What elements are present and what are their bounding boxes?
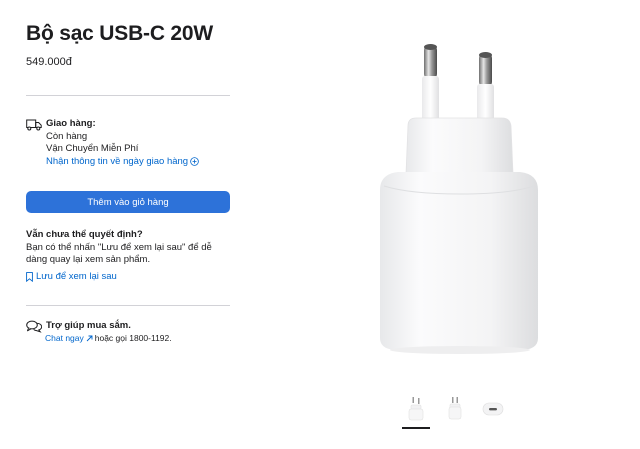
stock-status: Còn hàng — [46, 130, 88, 142]
page-title: Bộ sạc USB-C 20W — [26, 22, 214, 45]
chat-bubbles-icon — [26, 320, 43, 334]
save-section: Vẫn chưa thể quyết định? Bạn có thể nhấn… — [26, 229, 236, 283]
chat-now-link[interactable]: Chat ngay — [45, 333, 84, 343]
save-for-later-link[interactable]: Lưu để xem lại sau — [26, 271, 236, 284]
help-contact: Chat ngay hoặc gọi 1800-1192. — [45, 333, 172, 343]
divider — [26, 95, 230, 96]
save-for-later-label[interactable]: Lưu để xem lại sau — [36, 271, 117, 284]
delivery-date-link-label[interactable]: Nhận thông tin về ngày giao hàng — [46, 156, 188, 169]
phone-text: hoặc gọi 1800-1192. — [94, 333, 172, 343]
save-heading: Vẫn chưa thể quyết định? — [26, 229, 143, 240]
save-body-line1: Bạn có thể nhấn "Lưu để xem lại sau" để … — [26, 241, 212, 253]
save-body-line2: dàng quay lại xem sản phẩm. — [26, 254, 151, 265]
shipping-info: Vận Chuyển Miễn Phí — [46, 143, 139, 154]
bookmark-icon — [26, 271, 33, 282]
help-section: Trợ giúp mua sắm. — [26, 320, 131, 334]
thumbnail-charger-port[interactable] — [477, 394, 509, 424]
truck-icon — [26, 118, 42, 132]
delivery-heading: Giao hàng: — [46, 118, 96, 129]
plus-circle-icon — [190, 157, 199, 167]
thumbnail-charger-side[interactable] — [439, 394, 471, 424]
selected-thumbnail-indicator — [402, 427, 430, 429]
thumbnail-charger-front[interactable] — [400, 394, 432, 424]
product-image — [370, 38, 550, 358]
product-price: 549.000đ — [26, 56, 72, 68]
delivery-section: Giao hàng: Còn hàng Vận Chuyển Miễn Phí … — [26, 118, 199, 168]
delivery-date-link[interactable]: Nhận thông tin về ngày giao hàng — [46, 156, 199, 169]
help-heading: Trợ giúp mua sắm. — [46, 320, 131, 331]
divider — [26, 305, 230, 306]
external-arrow-icon — [86, 335, 93, 342]
add-to-bag-button[interactable]: Thêm vào giỏ hàng — [26, 191, 230, 213]
